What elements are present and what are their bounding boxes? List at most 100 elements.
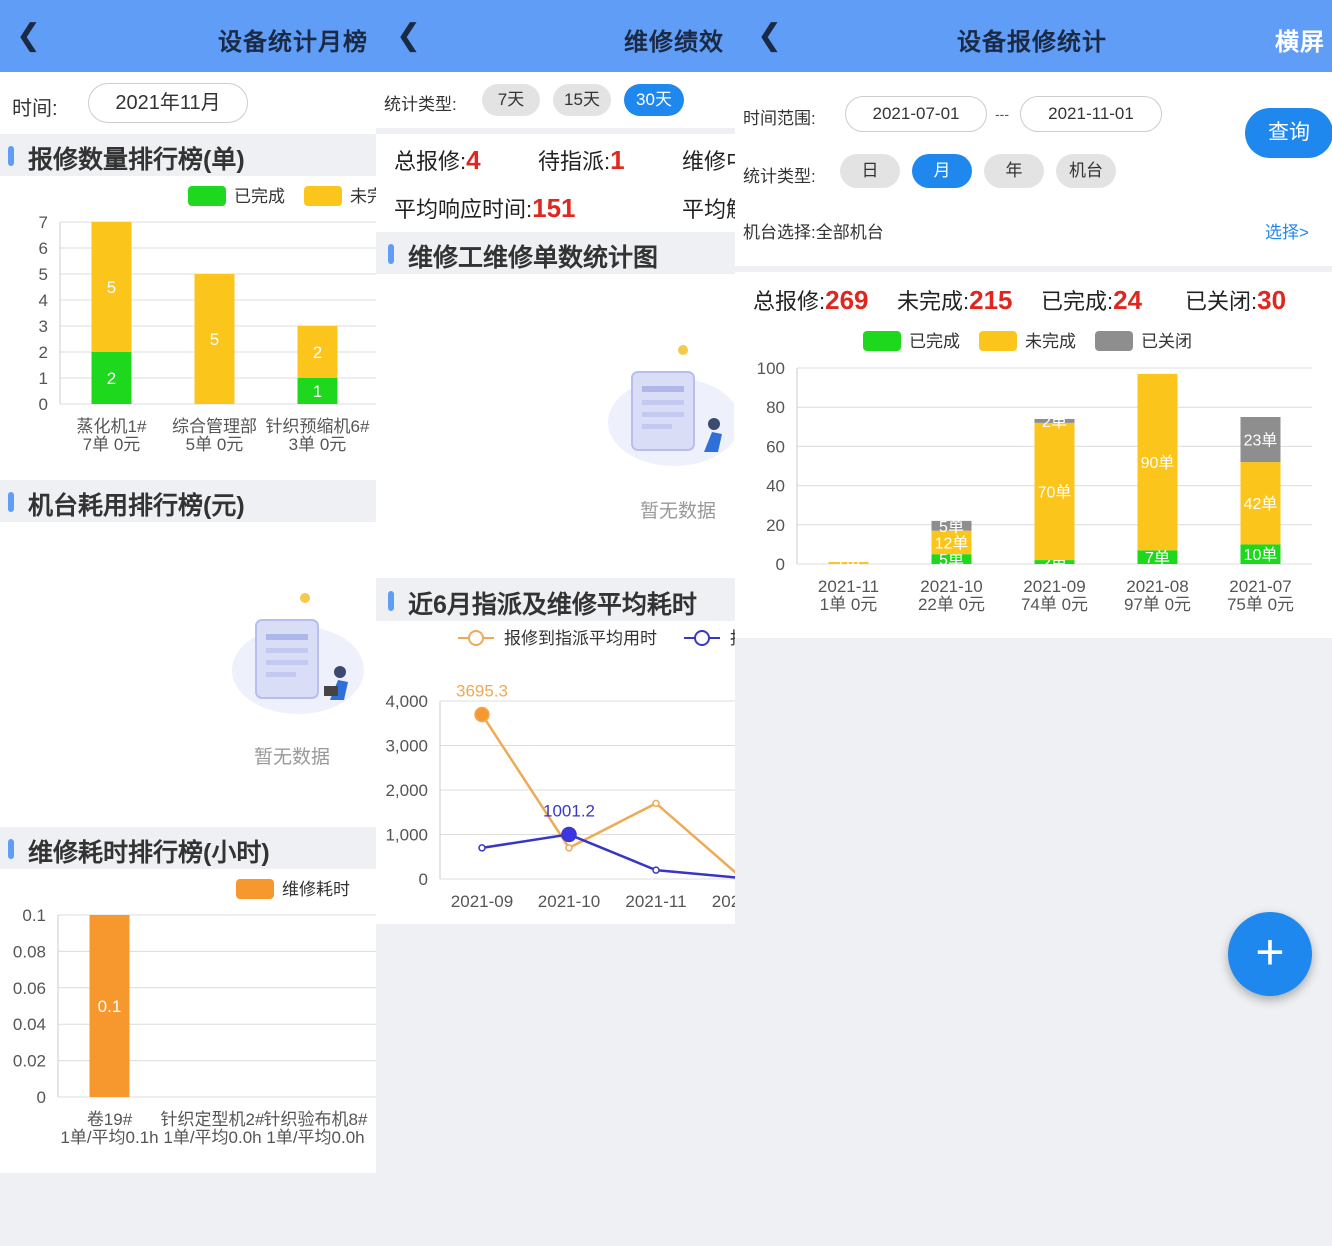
series-point [652, 799, 660, 808]
start-date-picker[interactable]: 2021-07-01 [845, 96, 987, 132]
query-button[interactable]: 查询 [1245, 108, 1332, 158]
y-tick-label: 2,000 [385, 781, 428, 800]
y-tick-label: 0 [37, 1088, 46, 1107]
x-sub-label: 3单 0元 [289, 435, 347, 454]
y-tick-label: 2 [39, 343, 48, 362]
section-title: 报修数量排行榜(单) [28, 146, 245, 174]
y-tick-label: 6 [39, 239, 48, 258]
time-row: 时间: 2021年11月 [0, 72, 376, 134]
header-bar: ❮ 设备报修统计 横屏 [735, 0, 1332, 72]
bar-data-label: 2单 [1042, 413, 1067, 431]
landscape-button[interactable]: 横屏 [1275, 22, 1325, 57]
stat-closed: 已关闭:30 [1185, 285, 1287, 315]
legend-label: 已关闭 [1141, 332, 1192, 351]
back-icon[interactable]: ❮ [757, 18, 787, 54]
bar-data-label: 42单 [1244, 495, 1278, 513]
type-row: 统计类型: 7天 15天 30天 [376, 72, 735, 128]
x-sub-label: 97单 0元 [1124, 595, 1191, 614]
legend-swatch [236, 879, 274, 899]
type-label: 统计类型: [743, 167, 816, 186]
y-tick-label: 0 [776, 555, 785, 574]
type-30d-button[interactable]: 30天 [624, 84, 684, 116]
section-repair-time: 维修耗时排行榜(小时) [0, 827, 376, 869]
range-label: 时间范围: [743, 109, 816, 128]
series-point [478, 844, 486, 852]
y-tick-label: 4,000 [385, 692, 428, 711]
section-machine-cost: 机台耗用排行榜(元) [0, 480, 376, 522]
empty-text: 暂无数据 [640, 501, 717, 522]
back-icon[interactable]: ❮ [396, 18, 426, 54]
type-machine-button[interactable]: 机台 [1056, 154, 1116, 188]
stats-card: 总报修:4 待指派:1 维修中 平均响应时间:151 平均解 [376, 134, 735, 232]
legend-swatch [863, 331, 901, 351]
stat-done: 已完成:24 [1041, 285, 1143, 315]
type-month-button[interactable]: 月 [912, 154, 972, 188]
machine-select-label: 机台选择:全部机台 [743, 223, 884, 242]
y-tick-label: 5 [39, 265, 48, 284]
bar-data-label: 5 [107, 278, 116, 297]
page-title: 维修绩效 [624, 29, 724, 56]
y-tick-label: 0.04 [13, 1015, 46, 1034]
bar-data-label: 23单 [1244, 432, 1278, 450]
select-link[interactable]: 选择> [1265, 218, 1309, 243]
chart-repair-count-card: 0 1 2 3 4 5 6 7 2 5 蒸化机1# 7单 0元 5 综合管理部 5单 0元 1 2 针织预缩机6#… [0, 176, 376, 480]
series-point [565, 844, 573, 852]
y-tick-label: 100 [757, 359, 785, 378]
x-category-label: 2021-08 [1126, 577, 1188, 596]
y-tick-label: 1 [39, 369, 48, 388]
end-date-picker[interactable]: 2021-11-01 [1020, 96, 1162, 132]
bar-data-label: 5 [210, 330, 219, 349]
x-sub-label: 1单 0元 [820, 595, 878, 614]
empty-illustration-icon [232, 593, 364, 714]
bar-data-label: 1单 [836, 555, 861, 573]
y-tick-label: 0.1 [22, 906, 46, 925]
y-tick-label: 4 [39, 291, 48, 310]
stat-total: 总报修:4 [394, 145, 481, 175]
legend-label: 已完成 [909, 332, 960, 351]
series-point [652, 866, 660, 874]
x-category-label: 蒸化机1# [77, 417, 147, 436]
y-tick-label: 3 [39, 317, 48, 336]
x-sub-label: 1单/平均0.0h [266, 1128, 364, 1147]
add-icon[interactable]: + [1228, 912, 1312, 996]
x-category-label: 针织定型机2# [161, 1110, 265, 1129]
y-tick-label: 40 [766, 477, 785, 496]
empty-machine-cost: 暂无数据 [0, 522, 376, 827]
section-6m-avg-time: 近6月指派及维修平均耗时 [376, 579, 735, 621]
x-sub-label: 7单 0元 [83, 435, 141, 454]
x-category-label: 2021-11 [625, 892, 686, 911]
back-icon[interactable]: ❮ [16, 18, 46, 54]
panel-repair-statistics: ❮ 设备报修统计 横屏 时间范围: 2021-07-01 --- 2021-11… [735, 0, 1332, 1246]
range-separator: --- [995, 106, 1009, 122]
stat-response-time: 平均响应时间:151 [394, 193, 576, 223]
x-category-label: 2021-07 [1229, 577, 1291, 596]
section-title: 维修耗时排行榜(小时) [28, 839, 270, 867]
type-7d-button[interactable]: 7天 [482, 84, 540, 116]
type-year-button[interactable]: 年 [984, 154, 1044, 188]
type-day-button[interactable]: 日 [840, 154, 900, 188]
y-tick-label: 3,000 [385, 737, 428, 756]
x-sub-label: 5单 0元 [186, 435, 244, 454]
x-category-label: 2021-10 [920, 577, 982, 596]
chart-6m-avg-time: 0 1,000 2,000 3,000 4,000 2021-09 2021-10 2021-… [385, 629, 735, 911]
legend-swatch [304, 186, 342, 206]
bar-data-label: 12单 [935, 534, 969, 552]
bar-data-label: 70单 [1038, 483, 1072, 501]
type-15d-button[interactable]: 15天 [553, 84, 611, 116]
panel-maintenance-performance: ❮ 维修绩效 统计类型: 7天 15天 30天 总报修:4 待指派:1 维修中 … [376, 0, 735, 1246]
y-tick-label: 0 [39, 395, 48, 414]
x-category-label: 针织验布机8# [264, 1110, 368, 1129]
x-category-label: 2021-09 [1023, 577, 1085, 596]
y-tick-label: 0 [419, 870, 428, 889]
x-sub-label: 75单 0元 [1227, 595, 1294, 614]
series-point [474, 706, 490, 723]
section-title: 维修工维修单数统计图 [408, 244, 659, 272]
section-repair-count: 报修数量排行榜(单) [0, 134, 376, 176]
stats-chart-card: 总报修:269 未完成:215 已完成:24 已关闭:30 0 20 40 60 80 1… [735, 272, 1332, 638]
y-tick-label: 20 [766, 516, 785, 535]
legend-swatch [188, 186, 226, 206]
bar-data-label: 90单 [1141, 454, 1175, 472]
bar-data-label: 2 [313, 343, 322, 362]
point-data-label: 1001.2 [543, 801, 595, 820]
time-picker[interactable]: 2021年11月 [88, 83, 248, 123]
